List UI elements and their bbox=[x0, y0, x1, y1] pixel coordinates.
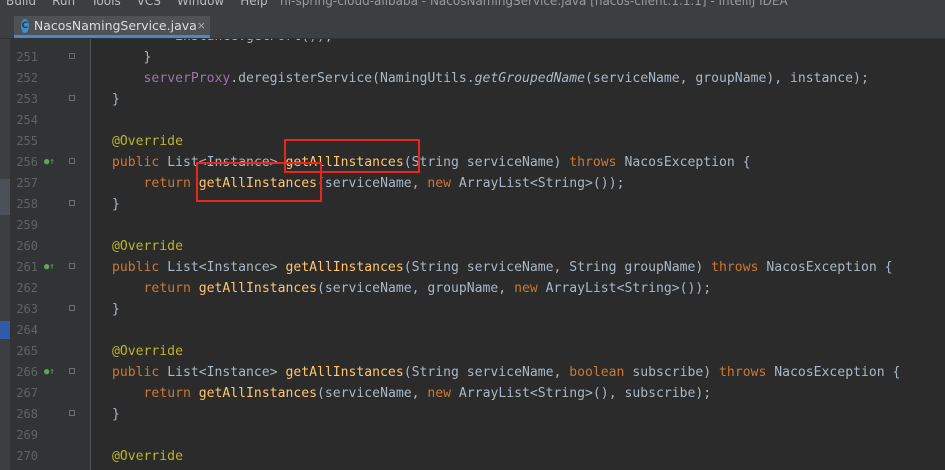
partial-code-line: instance.getPort()); bbox=[112, 39, 333, 47]
line-number: 252 bbox=[16, 71, 38, 85]
menu-item-build[interactable]: Build bbox=[6, 0, 36, 8]
line-number: 269 bbox=[16, 428, 38, 442]
menu-item-vcs[interactable]: VCS bbox=[137, 0, 161, 8]
java-class-icon: C bbox=[21, 18, 29, 33]
fold-icon[interactable] bbox=[69, 158, 75, 164]
line-number: 260 bbox=[16, 239, 38, 253]
line-number: 259 bbox=[16, 218, 38, 232]
code-line-263[interactable]: 263} bbox=[0, 299, 945, 320]
code-line-269[interactable]: 269 bbox=[0, 425, 945, 446]
code-editor[interactable]: instance.getPort()); 251 }252 serverProx… bbox=[0, 39, 945, 470]
code-text: } bbox=[112, 50, 152, 65]
code-line-262[interactable]: 262 return getAllInstances(serviceName, … bbox=[0, 278, 945, 299]
line-number: 266 bbox=[16, 365, 38, 379]
code-line-265[interactable]: 265 @Override bbox=[0, 341, 945, 362]
code-text: @Override bbox=[112, 239, 183, 254]
code-line-260[interactable]: 260 @Override bbox=[0, 236, 945, 257]
code-text: @Override bbox=[112, 344, 183, 359]
code-line-259[interactable]: 259 bbox=[0, 215, 945, 236]
code-text: } bbox=[112, 302, 120, 317]
line-number: 257 bbox=[16, 176, 38, 190]
code-line-254[interactable]: 254 bbox=[0, 110, 945, 131]
menu-item-run[interactable]: Run bbox=[52, 0, 75, 8]
line-number: 262 bbox=[16, 281, 38, 295]
fold-icon[interactable] bbox=[69, 95, 75, 101]
code-text: @Override bbox=[112, 134, 183, 149]
code-line-258[interactable]: 258} bbox=[0, 194, 945, 215]
fold-icon[interactable] bbox=[69, 410, 75, 416]
editor-tab-bar: C NacosNamingService.java × bbox=[0, 14, 945, 39]
code-line-251[interactable]: 251 } bbox=[0, 47, 945, 68]
code-text: } bbox=[112, 92, 120, 107]
code-line-253[interactable]: 253} bbox=[0, 89, 945, 110]
fold-icon[interactable] bbox=[69, 368, 75, 374]
code-line-252[interactable]: 252 serverProxy.deregisterService(Naming… bbox=[0, 68, 945, 89]
highlight-box-call bbox=[196, 162, 322, 202]
menu-item-help[interactable]: Help bbox=[240, 0, 267, 8]
code-text: public List<Instance> getAllInstances(St… bbox=[112, 365, 901, 380]
fold-icon[interactable] bbox=[69, 200, 75, 206]
tab-label: NacosNamingService.java bbox=[33, 18, 197, 33]
window-title: nf-spring-cloud-alibaba - NacosNamingSer… bbox=[280, 0, 788, 8]
code-line-268[interactable]: 268} bbox=[0, 404, 945, 425]
code-text: return getAllInstances(serviceName, new … bbox=[143, 176, 625, 191]
code-line-255[interactable]: 255 @Override bbox=[0, 131, 945, 152]
line-number: 251 bbox=[16, 50, 38, 64]
tab-nacos-naming-service[interactable]: C NacosNamingService.java × bbox=[14, 16, 210, 38]
line-number: 261 bbox=[16, 260, 38, 274]
line-number: 256 bbox=[16, 155, 38, 169]
code-line-266[interactable]: 266 ●↑ public List<Instance> getAllInstanc… bbox=[0, 362, 945, 383]
code-text: @Override bbox=[112, 449, 183, 464]
line-number: 258 bbox=[16, 197, 38, 211]
code-line-256[interactable]: 256 ●↑ public List<Instance> getAllInstanc… bbox=[0, 152, 945, 173]
menu-item-tools[interactable]: Tools bbox=[91, 0, 121, 8]
code-text: return getAllInstances(serviceName, new … bbox=[143, 386, 712, 401]
menu-item-window[interactable]: Window bbox=[177, 0, 224, 8]
line-number: 264 bbox=[16, 323, 38, 337]
line-number: 267 bbox=[16, 386, 38, 400]
menu-bar: Build Run Tools VCS Window Help nf-spring-clo… bbox=[0, 0, 945, 14]
code-text: return getAllInstances(serviceName, grou… bbox=[143, 281, 712, 296]
line-number: 270 bbox=[16, 449, 38, 463]
close-icon[interactable]: × bbox=[197, 19, 206, 32]
code-line-264[interactable]: 264 bbox=[0, 320, 945, 341]
menu-items: Build Run Tools VCS Window Help bbox=[6, 0, 284, 8]
code-line-270[interactable]: 270 @Override bbox=[0, 446, 945, 467]
override-implement-icon[interactable]: ●↑ bbox=[44, 368, 55, 377]
fold-icon[interactable] bbox=[69, 53, 75, 59]
line-number: 268 bbox=[16, 407, 38, 421]
code-line-267[interactable]: 267 return getAllInstances(serviceName, … bbox=[0, 383, 945, 404]
line-number: 265 bbox=[16, 344, 38, 358]
fold-icon[interactable] bbox=[69, 263, 75, 269]
code-text: } bbox=[112, 407, 120, 422]
code-text: serverProxy.deregisterService(NamingUtil… bbox=[143, 71, 869, 86]
line-number: 253 bbox=[16, 92, 38, 106]
code-line-257[interactable]: 257 return getAllInstances(serviceName, … bbox=[0, 173, 945, 194]
code-line-261[interactable]: 261 ●↑ public List<Instance> getAllInstanc… bbox=[0, 257, 945, 278]
line-number: 254 bbox=[16, 113, 38, 127]
fold-icon[interactable] bbox=[69, 305, 75, 311]
override-implement-icon[interactable]: ●↑ bbox=[44, 263, 55, 272]
code-text: } bbox=[112, 197, 120, 212]
line-number: 255 bbox=[16, 134, 38, 148]
override-implement-icon[interactable]: ●↑ bbox=[44, 158, 55, 167]
line-number: 263 bbox=[16, 302, 38, 316]
code-text: public List<Instance> getAllInstances(St… bbox=[112, 260, 893, 275]
